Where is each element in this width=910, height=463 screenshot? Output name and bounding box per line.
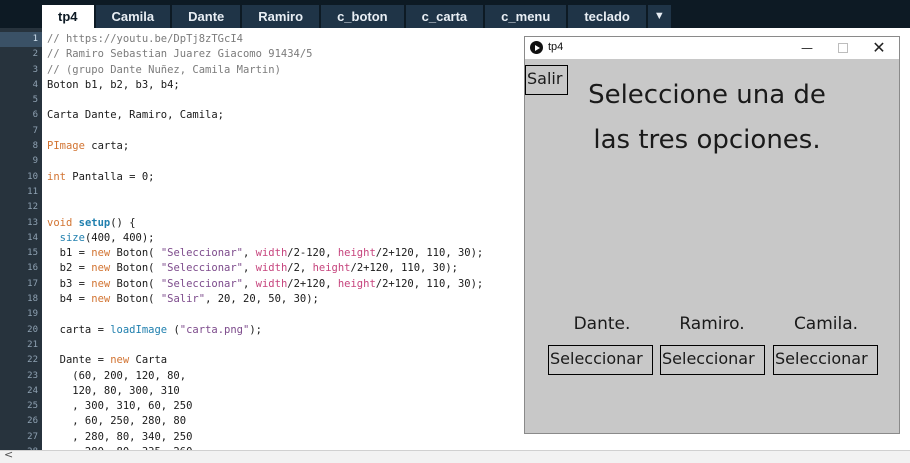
code-text: b1 = new Boton( "Seleccionar", width/2-1…: [47, 247, 484, 260]
select-dante-button[interactable]: Seleccionar: [548, 345, 653, 375]
close-button[interactable]: ✕: [859, 37, 899, 59]
line-number: 7: [32, 125, 38, 136]
maximize-button[interactable]: [823, 37, 863, 59]
select-camila-button[interactable]: Seleccionar: [773, 345, 878, 375]
line-number: 8: [32, 141, 38, 152]
code-text: // (grupo Dante Nuñez, Camila Martin): [47, 63, 281, 76]
code-text: , 280, 80, 340, 250: [47, 430, 193, 443]
code-text: size(400, 400);: [59, 231, 155, 244]
tab-dante[interactable]: Dante: [172, 5, 241, 28]
window-title: tp4: [548, 41, 564, 53]
select-ramiro-button[interactable]: Seleccionar: [660, 345, 765, 375]
code-text: b4 = new Boton( "Salir", 20, 20, 50, 30)…: [47, 293, 319, 306]
line-number: 10: [27, 171, 38, 182]
chevron-left-icon[interactable]: <: [4, 448, 13, 461]
tabs: tp4 Camila Dante Ramiro c_boton c_carta …: [42, 5, 671, 28]
code-text: b2 = new Boton( "Seleccionar", width/2, …: [47, 262, 458, 275]
line-number: 25: [27, 401, 38, 412]
code-text: carta = loadImage ("carta.png");: [47, 323, 262, 336]
code-text: , 300, 310, 60, 250: [47, 400, 193, 413]
line-number: 27: [27, 431, 38, 442]
code-text: void setup() {: [47, 216, 136, 229]
code-text: Carta Dante, Ramiro, Camila;: [47, 109, 225, 122]
line-number: 17: [27, 278, 38, 289]
code-text: PImage carta;: [47, 140, 130, 153]
tab-ramiro[interactable]: Ramiro: [242, 5, 320, 28]
tab-c-boton[interactable]: c_boton: [321, 5, 404, 28]
tab-camila[interactable]: Camila: [95, 5, 171, 28]
line-number: 2: [32, 49, 38, 60]
horizontal-scrollbar[interactable]: <: [0, 448, 910, 463]
code-text: // Ramiro Sebastian Juarez Giacomo 91434…: [47, 48, 313, 61]
line-number: 14: [27, 232, 38, 243]
line-number: 5: [32, 95, 38, 106]
line-number: 9: [32, 156, 38, 167]
card-name-ramiro: Ramiro.: [679, 314, 745, 334]
tab-c-carta[interactable]: c_carta: [405, 5, 484, 28]
chevron-down-icon[interactable]: ▼: [647, 5, 671, 28]
tab-bar: tp4 Camila Dante Ramiro c_boton c_carta …: [0, 0, 910, 28]
prompt-line-2: las tres opciones.: [593, 125, 821, 155]
code-text: // https://youtu.be/DpTj8zTGcI4: [47, 33, 243, 45]
line-number: 26: [27, 416, 38, 427]
line-number: 3: [32, 64, 38, 75]
line-number: 20: [27, 324, 38, 335]
code-text: Dante = new Carta: [47, 354, 168, 367]
code-text: Boton b1, b2, b3, b4;: [47, 78, 180, 91]
line-number: 1: [0, 32, 42, 48]
card-name-dante: Dante.: [573, 314, 631, 334]
code-text: int Pantalla = 0;: [47, 170, 155, 183]
line-number: 23: [27, 370, 38, 381]
code-text: b3 = new Boton( "Seleccionar", width/2+1…: [47, 277, 484, 290]
line-number: 11: [27, 186, 38, 197]
tab-tp4[interactable]: tp4: [42, 5, 94, 28]
line-number: 6: [32, 110, 38, 121]
minimize-button[interactable]: —: [787, 37, 827, 59]
line-number: 13: [27, 217, 38, 228]
window-titlebar[interactable]: tp4 — ✕: [525, 37, 899, 59]
line-number: 15: [27, 248, 38, 259]
tab-teclado[interactable]: teclado: [568, 5, 646, 28]
line-number: 22: [27, 355, 38, 366]
sketch-window: tp4 — ✕ Salir Seleccione una de las tres…: [524, 36, 900, 434]
prompt-line-1: Seleccione una de: [588, 80, 826, 110]
line-number: 12: [27, 202, 38, 213]
line-number: 24: [27, 385, 38, 396]
card-name-camila: Camila.: [793, 314, 859, 334]
line-number: 4: [32, 79, 38, 90]
line-number: 19: [27, 309, 38, 320]
line-number: 18: [27, 294, 38, 305]
tab-c-menu[interactable]: c_menu: [485, 5, 567, 28]
line-number: 21: [27, 339, 38, 350]
code-text: 120, 80, 300, 310: [47, 384, 180, 397]
play-icon: [530, 41, 543, 54]
code-text: , 60, 250, 280, 80: [47, 415, 187, 428]
code-text: (60, 200, 120, 80,: [47, 369, 187, 382]
line-number: 16: [27, 263, 38, 274]
sketch-canvas[interactable]: Salir Seleccione una de las tres opcione…: [525, 59, 899, 433]
